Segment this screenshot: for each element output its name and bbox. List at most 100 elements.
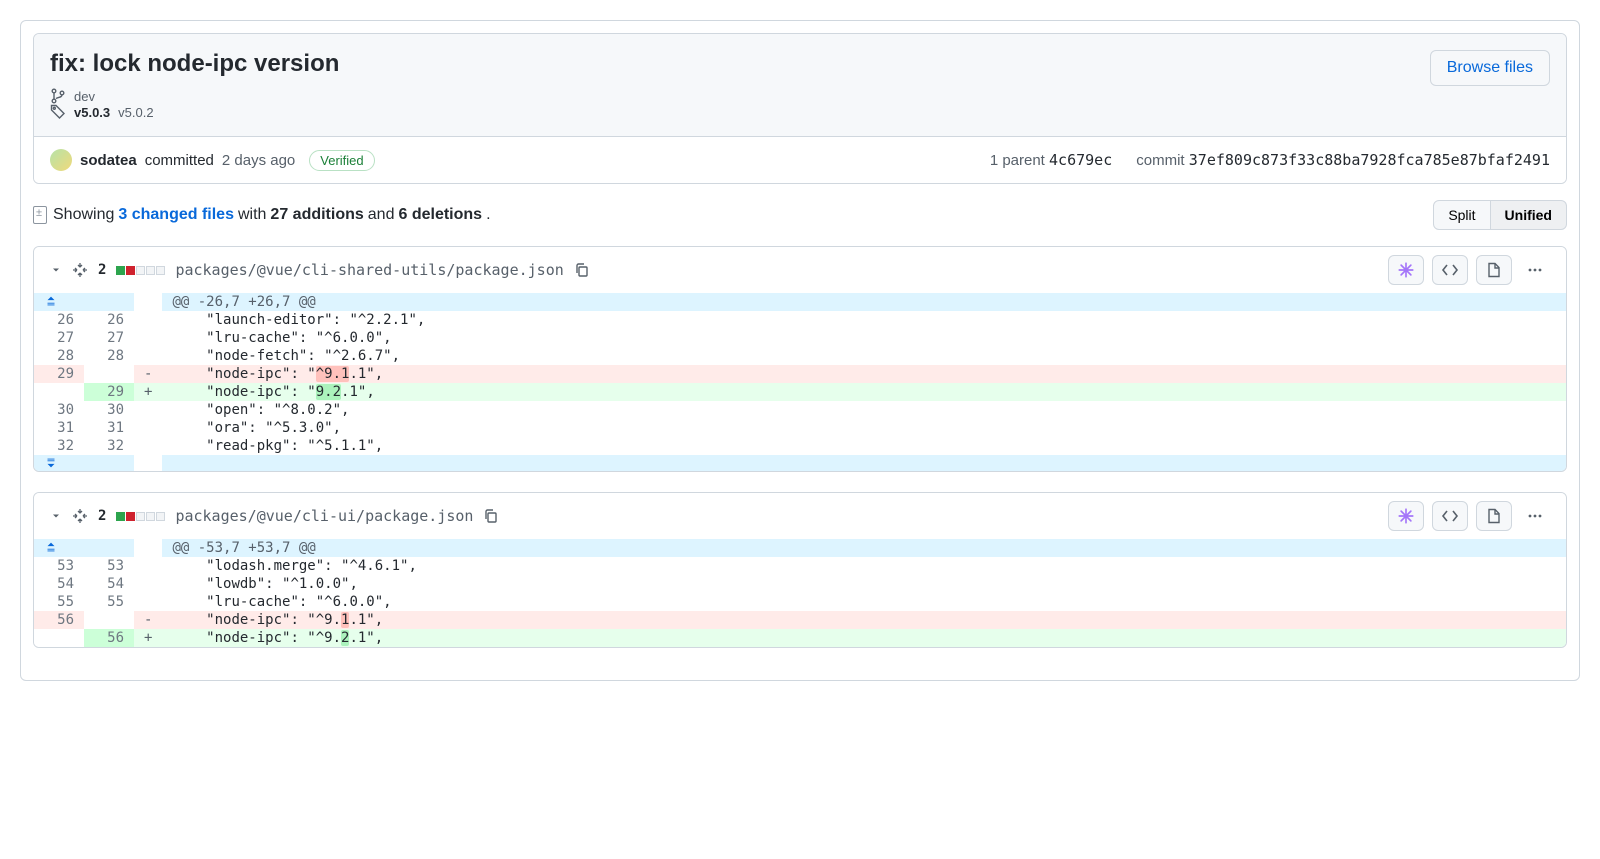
expand-all-icon[interactable] (72, 262, 88, 278)
diff-marker: - (134, 365, 162, 383)
file-diff-box: 2packages/@vue/cli-shared-utils/package.… (33, 246, 1567, 472)
diff-line: 2828 "node-fetch": "^2.6.7", (34, 347, 1566, 365)
expand-up-button[interactable] (34, 293, 134, 311)
new-line-number[interactable]: 31 (84, 419, 134, 437)
old-line-number[interactable]: 29 (34, 365, 84, 383)
old-line-number[interactable] (34, 629, 84, 647)
diff-line: 56+ "node-ipc": "^9.2.1", (34, 629, 1566, 647)
diff-marker (134, 575, 162, 593)
old-line-number[interactable]: 53 (34, 557, 84, 575)
new-line-number[interactable]: 32 (84, 437, 134, 455)
parent-info: 1 parent 4c679ec (990, 151, 1112, 169)
diff-marker (134, 437, 162, 455)
diff-table: @@ -53,7 +53,7 @@5353 "lodash.merge": "^… (34, 539, 1566, 647)
tag-1[interactable]: v5.0.2 (118, 105, 153, 120)
parent-sha[interactable]: 4c679ec (1049, 151, 1112, 169)
commit-meta-row: sodatea committed 2 days ago Verified 1 … (34, 136, 1566, 183)
old-line-number[interactable]: 56 (34, 611, 84, 629)
old-line-number[interactable]: 28 (34, 347, 84, 365)
code-cell: "node-ipc": "^9.1.1", (162, 611, 1566, 629)
tag-icon (50, 104, 66, 120)
new-line-number[interactable]: 53 (84, 557, 134, 575)
avatar[interactable] (50, 149, 72, 171)
file-menu-icon[interactable] (1520, 262, 1550, 278)
diff-marker (134, 401, 162, 419)
new-line-number[interactable]: 26 (84, 311, 134, 329)
new-line-number[interactable]: 55 (84, 593, 134, 611)
new-line-number[interactable]: 28 (84, 347, 134, 365)
diff-line: 56 - "node-ipc": "^9.1.1", (34, 611, 1566, 629)
diff-marker: - (134, 611, 162, 629)
view-file-button[interactable] (1476, 501, 1512, 531)
diff-line: 5555 "lru-cache": "^6.0.0", (34, 593, 1566, 611)
new-line-number[interactable] (84, 365, 134, 383)
new-line-number[interactable]: 27 (84, 329, 134, 347)
file-header: 2packages/@vue/cli-ui/package.json (34, 493, 1566, 539)
new-line-number[interactable] (84, 611, 134, 629)
additions-count: 27 additions (270, 206, 363, 224)
deletions-count: 6 deletions (398, 206, 482, 224)
chevron-down-icon[interactable] (50, 264, 62, 276)
branch-name[interactable]: dev (74, 89, 95, 104)
file-menu-icon[interactable] (1520, 508, 1550, 524)
diff-line: 5353 "lodash.merge": "^4.6.1", (34, 557, 1566, 575)
expand-all-icon[interactable] (72, 508, 88, 524)
old-line-number[interactable]: 55 (34, 593, 84, 611)
code-cell: "node-ipc": "^9.2.1", (162, 629, 1566, 647)
diff-line: 29+ "node-ipc": "9.2.1", (34, 383, 1566, 401)
unified-button[interactable]: Unified (1491, 200, 1567, 230)
diff-line: 2727 "lru-cache": "^6.0.0", (34, 329, 1566, 347)
hunk-header: @@ -53,7 +53,7 @@ (162, 539, 1566, 557)
view-source-button[interactable] (1432, 255, 1468, 285)
copy-path-icon[interactable] (574, 262, 590, 278)
old-line-number[interactable]: 30 (34, 401, 84, 419)
split-button[interactable]: Split (1433, 200, 1490, 230)
diff-marker (134, 419, 162, 437)
author-link[interactable]: sodatea (80, 152, 137, 169)
verified-badge[interactable]: Verified (309, 150, 374, 171)
branch-row: dev (50, 88, 1550, 104)
tag-0[interactable]: v5.0.3 (74, 105, 110, 120)
review-star-button[interactable] (1388, 501, 1424, 531)
old-line-number[interactable]: 54 (34, 575, 84, 593)
diff-line: 29 - "node-ipc": "^9.1.1", (34, 365, 1566, 383)
new-line-number[interactable]: 56 (84, 629, 134, 647)
diff-marker: + (134, 629, 162, 647)
view-file-button[interactable] (1476, 255, 1512, 285)
old-line-number[interactable]: 31 (34, 419, 84, 437)
diff-line: 3232 "read-pkg": "^5.1.1", (34, 437, 1566, 455)
hunk-header: @@ -26,7 +26,7 @@ (162, 293, 1566, 311)
diff-marker (134, 347, 162, 365)
diff-line: 3131 "ora": "^5.3.0", (34, 419, 1566, 437)
code-cell: "read-pkg": "^5.1.1", (162, 437, 1566, 455)
diff-table: @@ -26,7 +26,7 @@2626 "launch-editor": "… (34, 293, 1566, 471)
expand-up-button[interactable] (34, 539, 134, 557)
diff-stat-squares (116, 512, 165, 521)
commit-time: 2 days ago (222, 152, 295, 169)
old-line-number[interactable]: 26 (34, 311, 84, 329)
view-source-button[interactable] (1432, 501, 1468, 531)
new-line-number[interactable]: 30 (84, 401, 134, 419)
old-line-number[interactable] (34, 383, 84, 401)
code-cell: "node-ipc": "^9.1.1", (162, 365, 1566, 383)
copy-path-icon[interactable] (483, 508, 499, 524)
code-cell: "ora": "^5.3.0", (162, 419, 1566, 437)
commit-info: commit 37ef809c873f33c88ba7928fca785e87b… (1136, 151, 1550, 169)
new-line-number[interactable]: 54 (84, 575, 134, 593)
browse-files-button[interactable]: Browse files (1430, 50, 1550, 86)
file-path-link[interactable]: packages/@vue/cli-shared-utils/package.j… (175, 261, 563, 279)
diff-marker (134, 557, 162, 575)
old-line-number[interactable]: 32 (34, 437, 84, 455)
changed-files-link[interactable]: 3 changed files (118, 206, 234, 224)
file-header: 2packages/@vue/cli-shared-utils/package.… (34, 247, 1566, 293)
old-line-number[interactable]: 27 (34, 329, 84, 347)
expand-down-button[interactable] (34, 455, 134, 471)
review-star-button[interactable] (1388, 255, 1424, 285)
file-path-link[interactable]: packages/@vue/cli-ui/package.json (175, 507, 473, 525)
tags-row: v5.0.3 v5.0.2 (50, 104, 1550, 120)
commit-header: fix: lock node-ipc version dev v5.0.3 v5… (34, 34, 1566, 136)
code-cell: "lowdb": "^1.0.0", (162, 575, 1566, 593)
chevron-down-icon[interactable] (50, 510, 62, 522)
new-line-number[interactable]: 29 (84, 383, 134, 401)
diff-view-toggle: Split Unified (1433, 200, 1567, 230)
